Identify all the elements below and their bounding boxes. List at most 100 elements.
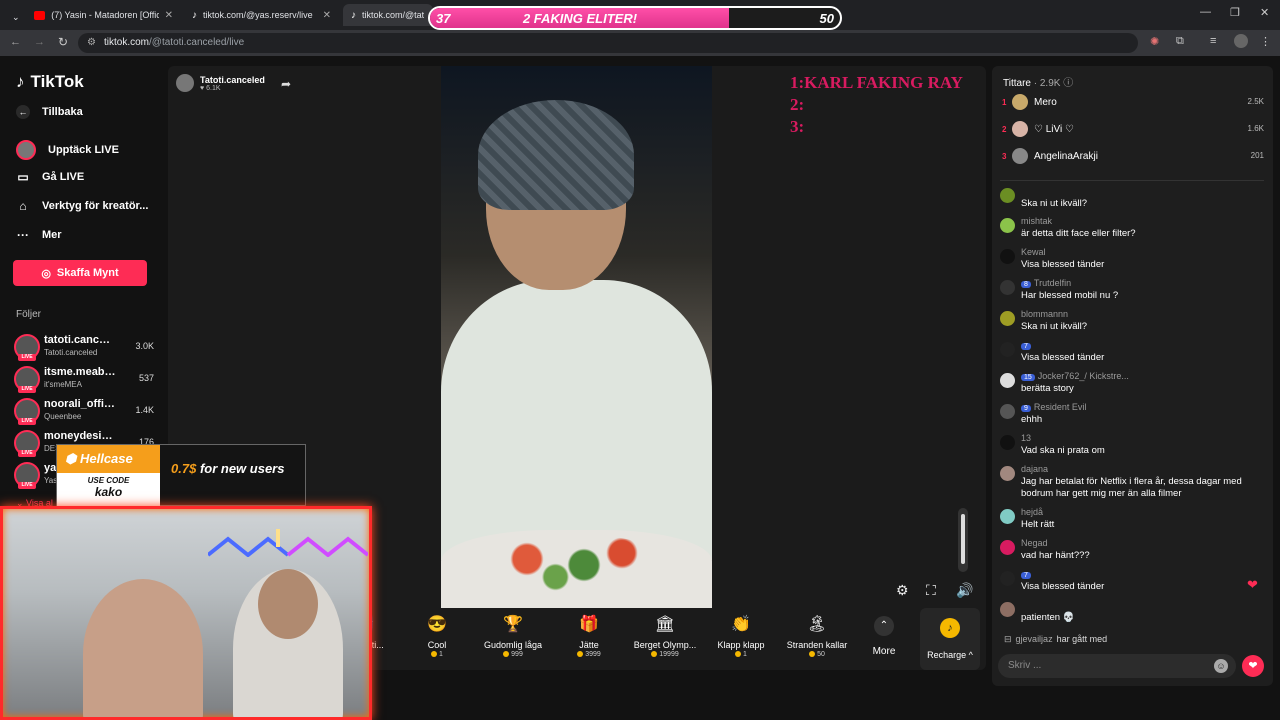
info-icon[interactable]: ⓘ — [1063, 78, 1073, 89]
volume-slider-track[interactable] — [961, 514, 965, 564]
chat-username[interactable]: 7 — [1021, 340, 1034, 350]
browser-tab-yas[interactable]: ♪ tiktok.com/@yas.reserv/live ✕ — [184, 4, 339, 26]
home-icon: ⌂ — [19, 199, 27, 213]
close-window-icon[interactable]: ✕ — [1260, 6, 1269, 19]
coin-icon — [809, 651, 816, 657]
host-info[interactable]: Tatoti.canceled ♥ 6.1K — [176, 74, 265, 92]
top-viewer-row[interactable]: 1 Mero 2.5K — [1002, 94, 1264, 114]
following-item[interactable]: LIVE noorali_official Queenbee 1.4K — [14, 398, 154, 426]
avatar[interactable] — [1000, 249, 1015, 264]
chat-username-text: hejdå — [1021, 507, 1044, 517]
avatar[interactable] — [1000, 435, 1015, 450]
close-icon[interactable]: ✕ — [323, 10, 331, 21]
host-avatar — [176, 74, 194, 92]
back-arrow-icon[interactable]: ← — [10, 36, 21, 48]
browser-tab-youtube[interactable]: (7) Yasin - Matadoren [Official V ✕ — [26, 4, 181, 26]
gift-item[interactable]: 😎 Cool 1 — [399, 614, 475, 658]
gift-item[interactable]: 🏆 Gudomlig låga 999 — [475, 614, 551, 658]
avatar[interactable] — [1000, 571, 1015, 586]
chat-message-text: vad har hänt??? — [1021, 550, 1090, 561]
tiktok-icon: ♪ — [16, 72, 25, 91]
chat-message-text: Vad ska ni prata om — [1021, 445, 1105, 456]
site-info-icon[interactable]: ⚙ — [87, 37, 96, 48]
tab-list-button[interactable]: ⌄ — [4, 6, 28, 28]
nav-item-creator-tools[interactable]: ⌂ Verktyg för kreatör... — [16, 199, 148, 213]
get-coins-button[interactable]: ◎ Skaffa Mynt — [13, 260, 147, 286]
tiktok-icon: ♪ — [192, 9, 197, 21]
avatar[interactable] — [1000, 218, 1015, 233]
settings-gear-icon[interactable]: ⚙ — [896, 582, 909, 599]
nav-item-more[interactable]: ··· Mer — [16, 228, 62, 242]
chat-username[interactable]: 9 Resident Evil — [1021, 402, 1086, 412]
avatar[interactable] — [1000, 280, 1015, 295]
tiktok-icon: ♪ — [351, 9, 356, 21]
level-badge: 9 — [1021, 405, 1031, 412]
menu-dots-icon[interactable]: ⋮ — [1260, 35, 1271, 48]
hellcase-promo-banner: ⬢ Hellcase USE CODE kako 0.7$ for new us… — [56, 444, 306, 507]
chat-username[interactable]: mishtak — [1021, 216, 1052, 226]
streamer-webcam — [0, 506, 372, 720]
avatar[interactable] — [1000, 509, 1015, 524]
close-icon[interactable]: ✕ — [165, 10, 173, 21]
nav-item-go-live[interactable]: ▭ Gå LIVE — [16, 170, 84, 184]
nav-item-discover-live[interactable]: Upptäck LIVE — [16, 140, 119, 160]
puzzle-icon[interactable]: ⧉ — [1176, 35, 1184, 48]
chat-username-text: blommannn — [1021, 309, 1069, 319]
media-icon[interactable]: ≡ — [1210, 35, 1216, 47]
more-dots-icon: ··· — [17, 228, 29, 242]
following-item[interactable]: LIVE tatoti.canceled Tatoti.canceled 3.0… — [14, 334, 154, 362]
emoji-icon[interactable]: ☺ — [1214, 659, 1228, 673]
video-camera-icon: ▭ — [17, 170, 29, 184]
chat-username[interactable]: Kewal — [1021, 247, 1046, 257]
chat-username[interactable]: Negad — [1021, 538, 1048, 548]
avatar[interactable] — [1000, 373, 1015, 388]
chat-username[interactable]: blommannn — [1021, 309, 1068, 319]
hellcase-logo-icon: ⬢ — [65, 451, 77, 466]
reload-icon[interactable]: ↻ — [58, 35, 68, 49]
following-item[interactable]: LIVE itsme.meabrand it'smeMEA 537 — [14, 366, 154, 394]
streamer-body — [441, 280, 712, 560]
like-heart-button[interactable]: ❤ — [1242, 655, 1264, 677]
avatar[interactable] — [1000, 404, 1015, 419]
gift-item[interactable]: 🏝 Stranden kallar 50 — [779, 614, 855, 658]
chat-username[interactable]: 7 — [1021, 569, 1034, 579]
avatar[interactable] — [1000, 540, 1015, 555]
recharge-button[interactable]: ♪ Recharge ^ — [920, 608, 980, 670]
live-avatar-icon — [16, 140, 36, 160]
chat-message-text: Har blessed mobil nu ? — [1021, 290, 1119, 301]
gift-item[interactable]: 🎁 Jätte 3999 — [551, 614, 627, 658]
share-icon[interactable]: ➦ — [281, 77, 291, 91]
fullscreen-icon[interactable]: ⛶ — [926, 582, 936, 599]
chat-username[interactable]: 15 Jocker762_/ Kickstre... — [1021, 371, 1129, 381]
chat-input[interactable]: Skriv ... — [998, 654, 1236, 678]
avatar[interactable] — [1000, 466, 1015, 481]
volume-icon[interactable]: 🔊 — [956, 582, 973, 599]
restore-icon[interactable]: ❐ — [1230, 6, 1240, 19]
avatar[interactable] — [1000, 342, 1015, 357]
more-gifts-button[interactable]: ⌃ More — [868, 616, 900, 657]
avatar[interactable] — [1000, 188, 1015, 203]
profile-avatar[interactable] — [1234, 34, 1248, 48]
gift-item[interactable]: 👏 Klapp klapp 1 — [703, 614, 779, 658]
chat-username[interactable]: hejdå — [1021, 507, 1043, 517]
viewers-header[interactable]: Tittare · 2.9K ⓘ — [1003, 74, 1073, 89]
url-field[interactable]: ⚙ tiktok.com/@tatoti.canceled/live — [78, 33, 1138, 53]
chat-message-text: Visa blessed tänder — [1021, 259, 1105, 270]
top-viewer-row[interactable]: 3 AngelinaArakji 201 — [1002, 148, 1264, 168]
chat-username[interactable]: 13 — [1021, 433, 1031, 443]
neon-light-decoration — [208, 529, 368, 557]
gift-item[interactable]: 🏛 Berget Olymp... 19999 — [627, 614, 703, 658]
chat-username[interactable]: 8 Trutdelfin — [1021, 278, 1071, 288]
chat-username[interactable]: dajana — [1021, 464, 1048, 474]
top-viewer-row[interactable]: 2 ♡ LiVi ♡ 1.6K — [1002, 121, 1264, 141]
tiktok-logo[interactable]: ♪ TikTok — [16, 72, 84, 92]
forward-arrow-icon[interactable]: → — [34, 36, 45, 48]
back-link[interactable]: ← Tillbaka — [16, 105, 83, 119]
browser-tab-tatoti[interactable]: ♪ tiktok.com/@tato — [343, 4, 433, 26]
extension-icon[interactable]: ✺ — [1150, 35, 1159, 48]
avatar[interactable] — [1000, 602, 1015, 617]
volume-slider[interactable] — [958, 508, 968, 572]
chat-message-text: är detta ditt face eller filter? — [1021, 228, 1136, 239]
minimize-icon[interactable]: — — [1200, 6, 1211, 18]
avatar[interactable] — [1000, 311, 1015, 326]
